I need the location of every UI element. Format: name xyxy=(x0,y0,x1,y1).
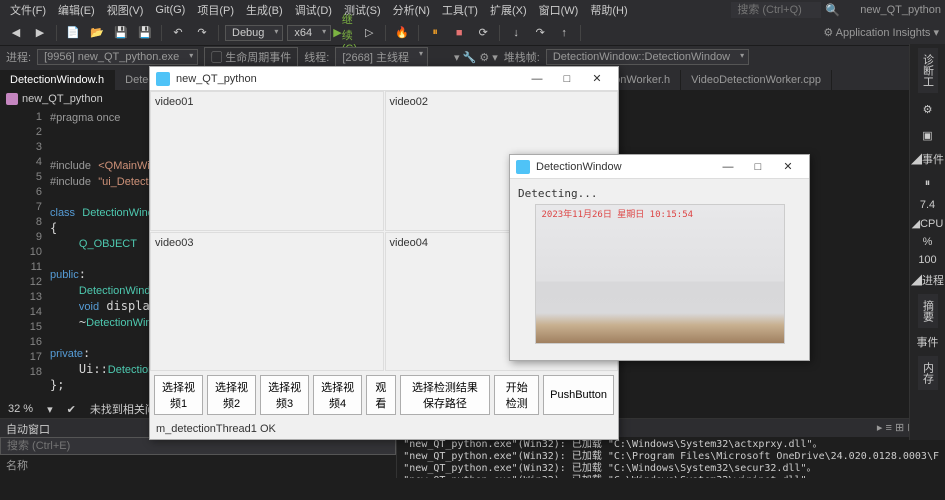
qt-icon xyxy=(516,160,530,174)
tab-detectionwindow-h[interactable]: DetectionWindow.h xyxy=(0,70,115,90)
cpu-num: 100 xyxy=(918,254,936,266)
search-icon: 🔍 xyxy=(825,3,840,17)
qt-main-status: m_detectionThread1 OK xyxy=(150,419,618,439)
detection-window[interactable]: DetectionWindow — □ ✕ Detecting... 2023年… xyxy=(509,154,810,361)
menu-ext[interactable]: 扩展(X) xyxy=(484,0,533,20)
diag-value: 7.4 xyxy=(920,199,935,211)
button-row: 选择视频1 选择视频2 选择视频3 选择视频4 观看 选择检测结果保存路径 开始… xyxy=(150,371,618,419)
menu-build[interactable]: 生成(B) xyxy=(240,0,289,20)
thread-label: 线程: xyxy=(304,49,329,65)
line-gutter: 123456789101112131415161718 xyxy=(0,108,50,348)
menu-edit[interactable]: 编辑(E) xyxy=(52,0,101,20)
app-title: new_QT_python xyxy=(860,4,941,16)
detection-titlebar[interactable]: DetectionWindow — □ ✕ xyxy=(510,155,809,179)
save-all-icon[interactable]: 💾 xyxy=(135,23,155,43)
main-toolbar: ◀ ▶ 📄 📂 💾 💾 ↶ ↷ Debug x64 ▶ 继续(C) ▷ 🔥 ⏸ … xyxy=(0,20,945,46)
menu-file[interactable]: 文件(F) xyxy=(4,0,52,20)
event-label: 事件 xyxy=(917,334,939,350)
qt-main-title: new_QT_python xyxy=(176,73,516,85)
detection-status: Detecting... xyxy=(518,187,801,200)
step-out-icon[interactable]: ↑ xyxy=(554,23,574,43)
push-button[interactable]: PushButton xyxy=(543,375,614,415)
pause-icon-right[interactable]: ⏸ xyxy=(918,173,938,193)
menu-project[interactable]: 项目(P) xyxy=(191,0,240,20)
cpu-pct: % xyxy=(923,236,933,248)
summary-tab[interactable]: 摘要 xyxy=(918,294,938,328)
nav-back-icon[interactable]: ◀ xyxy=(6,23,26,43)
save-icon[interactable]: 💾 xyxy=(111,23,131,43)
minimize-button[interactable]: — xyxy=(522,69,552,89)
qt-main-titlebar[interactable]: new_QT_python — □ ✕ xyxy=(150,67,618,91)
new-file-icon[interactable]: 📄 xyxy=(63,23,83,43)
video-feed: 2023年11月26日 星期日 10:15:54 xyxy=(535,204,785,344)
step-into-icon[interactable]: ↓ xyxy=(506,23,526,43)
select-video-1-button[interactable]: 选择视频1 xyxy=(154,375,203,415)
start-detection-button[interactable]: 开始检测 xyxy=(494,375,539,415)
menu-debug[interactable]: 调试(D) xyxy=(289,0,338,20)
settings-icon[interactable]: ⚙ xyxy=(918,99,938,119)
menu-git[interactable]: Git(G) xyxy=(149,2,191,18)
config-select[interactable]: Debug xyxy=(225,25,283,41)
select-save-path-button[interactable]: 选择检测结果保存路径 xyxy=(400,375,491,415)
menu-bar: 文件(F) 编辑(E) 视图(V) Git(G) 项目(P) 生成(B) 调试(… xyxy=(0,0,945,20)
memory-tab[interactable]: 内存 xyxy=(918,356,938,390)
open-icon[interactable]: 📂 xyxy=(87,23,107,43)
project-icon xyxy=(6,93,18,105)
select-video-3-button[interactable]: 选择视频3 xyxy=(260,375,309,415)
video-timestamp: 2023年11月26日 星期日 10:15:54 xyxy=(542,207,694,220)
menu-view[interactable]: 视图(V) xyxy=(101,0,150,20)
menu-tools[interactable]: 工具(T) xyxy=(436,0,484,20)
frame-label: 堆栈帧: xyxy=(504,49,540,65)
step-over-icon[interactable]: ↷ xyxy=(530,23,550,43)
debug-output[interactable]: "new_QT_python.exe"(Win32): 已加载 "C:\Wind… xyxy=(397,437,945,478)
maximize-button[interactable]: □ xyxy=(743,157,773,177)
diagnostics-tab[interactable]: 诊断工 xyxy=(918,48,938,93)
continue-button[interactable]: ▶ 继续(C) xyxy=(335,23,355,43)
menu-search[interactable]: 🔍 xyxy=(731,2,840,18)
video-cell-1[interactable]: video01 xyxy=(150,91,384,231)
tool-icon[interactable]: ▣ xyxy=(918,125,938,145)
close-button[interactable]: ✕ xyxy=(773,157,803,177)
proc-label[interactable]: ◢进程 xyxy=(911,272,944,288)
video-cell-3[interactable]: video03 xyxy=(150,232,384,372)
redo-icon[interactable]: ↷ xyxy=(192,23,212,43)
restart-icon[interactable]: ⟳ xyxy=(473,23,493,43)
platform-select[interactable]: x64 xyxy=(287,25,331,41)
run-no-debug-icon[interactable]: ▷ xyxy=(359,23,379,43)
process-bar: 进程: [9956] new_QT_python.exe ▢ 生命周期事件 线程… xyxy=(0,46,945,68)
frame-select[interactable]: DetectionWindow::DetectionWindow xyxy=(546,49,749,65)
hot-reload-icon[interactable]: 🔥 xyxy=(392,23,412,43)
stop-icon[interactable]: ■ xyxy=(449,23,469,43)
search-input[interactable] xyxy=(731,2,821,18)
zoom-level[interactable]: 32 % xyxy=(8,403,33,415)
undo-icon[interactable]: ↶ xyxy=(168,23,188,43)
thread-select[interactable]: [2668] 主线程 xyxy=(335,47,428,67)
right-panel: 诊断工 ⚙ ▣ ◢事件 ⏸ 7.4 ◢CPU % 100 ◢进程 摘要 事件 内… xyxy=(909,44,945,440)
events-label[interactable]: ◢事件 xyxy=(911,151,944,167)
select-video-2-button[interactable]: 选择视频2 xyxy=(207,375,256,415)
menu-help[interactable]: 帮助(H) xyxy=(584,0,633,20)
breadcrumb-project: new_QT_python xyxy=(22,93,103,105)
no-issues-icon: ✔ xyxy=(67,403,76,416)
pause-icon[interactable]: ⏸ xyxy=(425,23,445,43)
menu-window[interactable]: 窗口(W) xyxy=(533,0,585,20)
process-select[interactable]: [9956] new_QT_python.exe xyxy=(37,49,198,65)
process-label: 进程: xyxy=(6,49,31,65)
nav-fwd-icon[interactable]: ▶ xyxy=(30,23,50,43)
select-video-4-button[interactable]: 选择视频4 xyxy=(313,375,362,415)
menu-analyze[interactable]: 分析(N) xyxy=(387,0,436,20)
autos-column-name: 名称 xyxy=(0,455,396,475)
maximize-button[interactable]: □ xyxy=(552,69,582,89)
close-button[interactable]: ✕ xyxy=(582,69,612,89)
tab-videoworker-cpp[interactable]: VideoDetectionWorker.cpp xyxy=(681,70,832,90)
cpu-label[interactable]: ◢CPU xyxy=(912,217,944,230)
qt-icon xyxy=(156,72,170,86)
watch-button[interactable]: 观看 xyxy=(366,375,395,415)
detection-title: DetectionWindow xyxy=(536,161,707,173)
minimize-button[interactable]: — xyxy=(713,157,743,177)
lifecycle-label[interactable]: ▢ 生命周期事件 xyxy=(204,47,298,67)
